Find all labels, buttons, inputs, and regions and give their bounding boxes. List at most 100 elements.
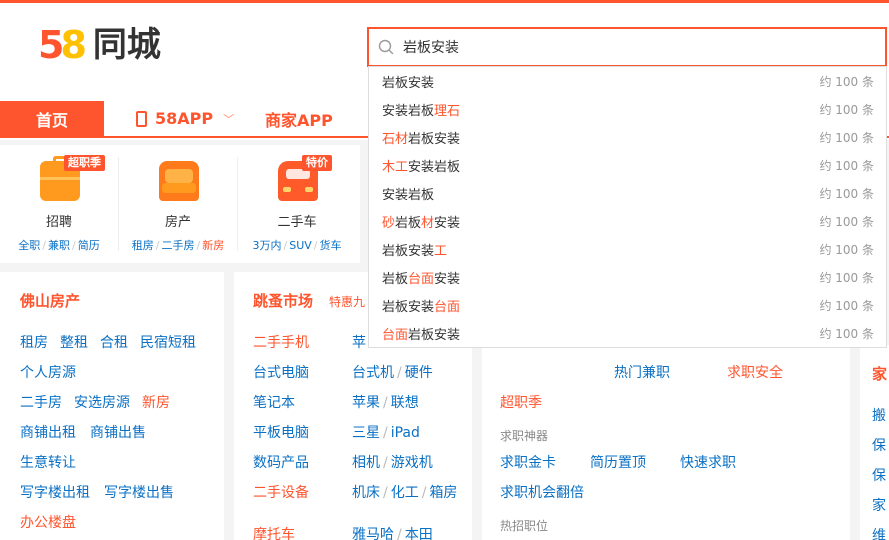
suggestion-item[interactable]: 岩板安装台面 约 100 条 (369, 291, 886, 319)
logo[interactable]: 5 8 同城 (38, 25, 161, 65)
market-link[interactable]: 摩托车 (253, 524, 295, 540)
suggestion-count: 约 100 条 (819, 130, 874, 145)
quick-jobs[interactable]: 超职季 招聘 全职 / 兼职 / 简历 (0, 145, 118, 263)
market-subtitle[interactable]: 特惠九 (329, 293, 365, 310)
quick-link[interactable]: 兼职 (48, 239, 70, 252)
market-link[interactable]: iPad (391, 425, 420, 441)
market-link[interactable]: 机床 (352, 485, 380, 501)
suggestion-item[interactable]: 安装岩板 约 100 条 (369, 179, 886, 207)
suggestion-item[interactable]: 石材岩板安装 约 100 条 (369, 123, 886, 151)
suggestion-fragment: 岩板安装 (408, 131, 461, 147)
home-service-link[interactable]: 搬 (872, 405, 886, 425)
home-service-link[interactable]: 保 (872, 465, 886, 485)
house-link[interactable]: 民宿短租 (140, 332, 196, 352)
market-link[interactable]: 台式电脑 (253, 362, 309, 382)
search-box[interactable] (367, 27, 887, 67)
market-link[interactable]: 苹 (352, 332, 366, 352)
hot-positions-heading: 热招职位 (500, 519, 549, 533)
suggestion-item[interactable]: 岩板安装工 约 100 条 (369, 235, 886, 263)
job-season-link[interactable]: 超职季 (500, 392, 542, 412)
house-link[interactable]: 写字楼出售 (104, 482, 174, 502)
market-link[interactable]: 游戏机 (391, 455, 433, 471)
house-link[interactable]: 个人房源 (20, 362, 76, 382)
suggestion-item[interactable]: 砂岩板材安装 约 100 条 (369, 207, 886, 235)
home-service-link[interactable]: 保 (872, 435, 886, 455)
quick-link[interactable]: 3万内 (253, 239, 282, 252)
suggestion-count: 约 100 条 (819, 326, 874, 341)
quick-link[interactable]: 租房 (132, 239, 154, 252)
quick-car[interactable]: 特价 二手车 3万内 / SUV / 货车 (238, 145, 356, 263)
suggestion-count: 约 100 条 (819, 74, 874, 89)
house-link[interactable]: 写字楼出租 (20, 482, 90, 502)
nav-home-tab[interactable]: 首页 (0, 101, 104, 136)
home-service-link[interactable]: 维 (872, 525, 886, 540)
suggestion-text: 安装岩板理石 (382, 100, 460, 119)
chevron-down-icon: ﹀ (223, 112, 235, 126)
market-link[interactable]: 苹果 (352, 395, 380, 411)
quick-link[interactable]: 货车 (320, 239, 342, 252)
market-link[interactable]: 台式机 (352, 365, 394, 381)
nav-58app[interactable]: 58APP ﹀ (136, 101, 234, 136)
suggestion-text: 岩板安装 (382, 72, 434, 91)
house-link[interactable]: 新房 (142, 392, 170, 412)
house-card-title[interactable]: 佛山房产 (20, 290, 80, 311)
quick-house-links: 租房 / 二手房 / 新房 (131, 239, 225, 252)
suggestion-highlight: 工 (434, 243, 448, 259)
suggestion-item[interactable]: 木工安装岩板 约 100 条 (369, 151, 886, 179)
home-service-title[interactable]: 家 (872, 363, 887, 384)
house-link[interactable]: 二手房 (20, 392, 62, 412)
quick-link[interactable]: SUV (289, 239, 312, 252)
market-link[interactable]: 硬件 (405, 365, 433, 381)
market-link[interactable]: 数码产品 (253, 452, 309, 472)
hot-part-time-link[interactable]: 热门兼职 (614, 362, 670, 382)
suggestion-item[interactable]: 岩板安装 约 100 条 (369, 67, 886, 95)
suggestion-fragment: 安装 (434, 271, 461, 287)
market-link[interactable]: 三星 (352, 425, 380, 441)
tool-link[interactable]: 求职金卡 (500, 452, 556, 472)
suggestion-fragment: 岩板安装 (382, 299, 435, 315)
job-safety-link[interactable]: 求职安全 (727, 362, 783, 382)
house-link[interactable]: 商铺出租 (20, 422, 76, 442)
market-card-title[interactable]: 跳蚤市场 (253, 290, 313, 311)
tool-link[interactable]: 快速求职 (680, 452, 736, 472)
quick-link[interactable]: 简历 (78, 239, 100, 252)
house-link[interactable]: 整租 (60, 332, 88, 352)
suggestion-highlight: 台面 (434, 299, 461, 315)
house-link[interactable]: 安选房源 (74, 392, 130, 412)
market-link[interactable]: 雅马哈 (352, 527, 394, 540)
quick-house[interactable]: 房产 租房 / 二手房 / 新房 (119, 145, 237, 263)
house-link[interactable]: 商铺出售 (90, 422, 146, 442)
market-link[interactable]: 联想 (391, 395, 419, 411)
quick-car-label: 二手车 (277, 215, 317, 230)
search-input[interactable] (403, 34, 873, 60)
nav-merchant-app[interactable]: 商家APP (265, 101, 333, 136)
market-link[interactable]: 本田 (405, 527, 433, 540)
suggestion-item[interactable]: 安装岩板理石 约 100 条 (369, 95, 886, 123)
quick-link[interactable]: 新房 (202, 239, 224, 252)
tools-heading: 求职神器 (500, 429, 549, 443)
suggestion-item[interactable]: 台面岩板安装 约 100 条 (369, 319, 886, 347)
market-link[interactable]: 化工 (391, 485, 419, 501)
quick-link[interactable]: 全职 (18, 239, 40, 252)
house-link[interactable]: 办公楼盘 (20, 512, 76, 532)
quick-link[interactable]: 二手房 (162, 239, 195, 252)
suggestion-highlight: 材 (421, 215, 435, 231)
job-flip-link[interactable]: 求职机会翻倍 (500, 482, 584, 502)
suggestion-text: 岩板安装台面 (382, 296, 460, 315)
tool-link[interactable]: 简历置顶 (590, 452, 646, 472)
suggestion-item[interactable]: 岩板台面安装 约 100 条 (369, 263, 886, 291)
market-link[interactable]: 平板电脑 (253, 422, 309, 442)
market-link[interactable]: 二手设备 (253, 482, 309, 502)
home-service-link[interactable]: 家 (872, 495, 886, 515)
house-link[interactable]: 合租 (100, 332, 128, 352)
quick-car-links: 3万内 / SUV / 货车 (252, 239, 342, 252)
market-link[interactable]: 箱房 (429, 485, 457, 501)
logo-digit-5: 5 (38, 23, 65, 67)
market-link[interactable]: 相机 (352, 455, 380, 471)
house-link[interactable]: 租房 (20, 332, 48, 352)
quick-jobs-label: 招聘 (45, 215, 72, 230)
house-link[interactable]: 生意转让 (20, 452, 76, 472)
quick-house-label: 房产 (164, 215, 191, 230)
market-link[interactable]: 笔记本 (253, 392, 295, 412)
market-link[interactable]: 二手手机 (253, 332, 309, 352)
